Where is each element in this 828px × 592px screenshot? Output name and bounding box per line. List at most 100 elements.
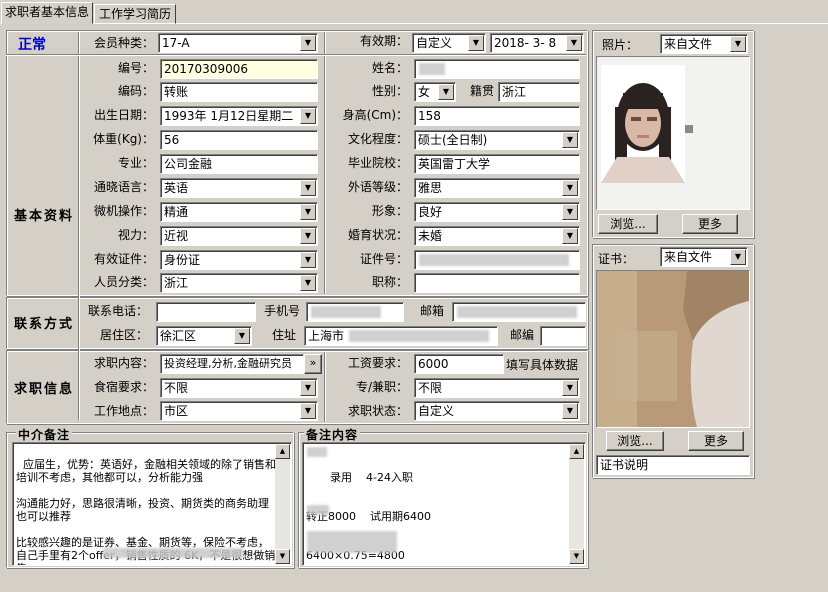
photo-browse-button[interactable]: 浏览... [598,214,658,234]
chevron-down-icon[interactable]: ▼ [562,380,578,396]
weight-field[interactable]: 56 [160,130,318,150]
state-select[interactable]: 自定义 ▼ [414,401,580,421]
lang-select[interactable]: 英语 ▼ [160,178,318,198]
loc-label: 工作地点： [93,404,154,418]
scroll-up-icon[interactable]: ▲ [275,444,290,459]
chevron-down-icon[interactable]: ▼ [300,275,316,291]
chevron-down-icon[interactable]: ▼ [300,35,316,51]
gender-select[interactable]: 女 ▼ [414,82,456,102]
chevron-down-icon[interactable]: ▼ [562,180,578,196]
vision-select[interactable]: 近视 ▼ [160,226,318,246]
redacted-mobile [311,306,381,318]
gender-value: 女 [418,85,431,99]
ptft-select[interactable]: 不限 ▼ [414,378,580,398]
photo-more-button[interactable]: 更多 [682,214,738,234]
pc-select[interactable]: 精通 ▼ [160,202,318,222]
job-content-field[interactable]: 投资经理,分析,金融研究员 [160,354,304,374]
zip-field[interactable] [540,326,586,346]
tab-resume-label: 工作学习简历 [98,7,171,21]
lang-level-select[interactable]: 雅思 ▼ [414,178,580,198]
tab-basic-info[interactable]: 求职者基本信息 [1,2,93,24]
chevron-down-icon[interactable]: ▼ [730,249,746,265]
agent-notes-title: 中介备注 [16,426,73,443]
agent-notes-scrollbar[interactable]: ▲ ▼ [275,444,290,564]
cert-no-field[interactable] [414,250,580,270]
chevron-down-icon[interactable]: ▼ [566,35,582,51]
code-field[interactable]: 20170309006 [160,59,318,79]
state-label: 求职状态： [347,404,408,418]
chevron-down-icon[interactable]: ▼ [468,35,484,51]
scroll-down-icon[interactable]: ▼ [275,549,290,564]
edu-value: 硕士(全日制) [418,133,488,147]
remark-memo[interactable]: 录用 4-24入职 转正8000 试用期6400 6400×0.75=4800 … [302,442,586,566]
marital-label: 婚育状况： [347,228,408,242]
chevron-down-icon[interactable]: ▼ [300,228,316,244]
phone-label: 联系电话： [87,304,148,318]
photo-source-value: 来自文件 [664,37,713,51]
agent-notes-memo[interactable]: 应届生，优势：英语好，金融相关领域的除了销售和培训不考虑，其他都可以，分析能力强… [12,442,292,566]
redacted-remark-3 [307,531,397,553]
chevron-down-icon[interactable]: ▼ [562,204,578,220]
name-field[interactable] [414,59,580,79]
birth-value: 1993年 1月12日星期二 [164,109,294,123]
height-field[interactable]: 158 [414,106,580,126]
group-contact-title: 联系方式 [14,317,75,332]
photo-source-select[interactable]: 来自文件 ▼ [660,34,748,54]
marital-select[interactable]: 未婚 ▼ [414,226,580,246]
board-select[interactable]: 不限 ▼ [160,378,318,398]
chevron-down-icon[interactable]: ▼ [562,228,578,244]
cert-source-select[interactable]: 来自文件 ▼ [660,247,748,267]
school-field[interactable]: 英国雷丁大学 [414,154,580,174]
job-content-more-button[interactable]: » [304,354,322,374]
chevron-down-icon[interactable]: ▼ [300,380,316,396]
status-label: 正常 [18,37,46,53]
redacted-email [457,306,577,318]
district-select[interactable]: 徐汇区 ▼ [156,326,252,346]
birth-date-picker[interactable]: 1993年 1月12日星期二 ▼ [160,106,318,126]
cert-more-button[interactable]: 更多 [688,431,744,451]
chevron-down-icon[interactable]: ▼ [730,36,746,52]
address-label: 住址 [271,328,296,342]
major-field[interactable]: 公司金融 [160,154,318,174]
image-select[interactable]: 良好 ▼ [414,202,580,222]
tab-resume[interactable]: 工作学习简历 [94,4,176,24]
valid-date-picker[interactable]: 2018- 3- 8 ▼ [490,33,584,53]
title-field[interactable] [414,273,580,293]
cert-type-select[interactable]: 身份证 ▼ [160,250,318,270]
edu-label: 文化程度： [347,132,408,146]
chevron-down-icon[interactable]: ▼ [300,204,316,220]
scroll-up-icon[interactable]: ▲ [569,444,584,459]
redacted-address [349,330,489,342]
chevron-down-icon[interactable]: ▼ [300,180,316,196]
member-type-select[interactable]: 17-A ▼ [158,33,318,53]
edu-select[interactable]: 硕士(全日制) ▼ [414,130,580,150]
valid-type-select[interactable]: 自定义 ▼ [412,33,486,53]
scroll-down-icon[interactable]: ▼ [569,549,584,564]
chevron-down-icon[interactable]: ▼ [562,403,578,419]
chevron-down-icon[interactable]: ▼ [234,328,250,344]
pc-label: 微机操作： [93,204,154,218]
member-type-label: 会员种类： [93,36,154,50]
chevron-down-icon[interactable]: ▼ [300,403,316,419]
chevron-down-icon[interactable]: ▼ [562,132,578,148]
native-field[interactable]: 浙江 [498,82,580,102]
chevron-down-icon[interactable]: ▼ [300,108,316,124]
category-select[interactable]: 浙江 ▼ [160,273,318,293]
cert-type-label: 有效证件： [93,252,154,266]
phone-field[interactable] [156,302,256,322]
remark-scrollbar[interactable]: ▲ ▼ [569,444,584,564]
address-field[interactable]: 上海市 [304,326,498,346]
loc-select[interactable]: 市区 ▼ [160,401,318,421]
email-label: 邮箱 [419,304,444,318]
cert-browse-button[interactable]: 浏览... [606,431,664,451]
code2-field[interactable]: 转账 [160,82,318,102]
vision-label: 视力： [117,228,154,242]
email-field[interactable] [452,302,586,322]
salary-field[interactable]: 6000 [414,354,504,374]
height-label: 身高(Cm)： [342,108,408,122]
mobile-field[interactable] [306,302,404,322]
chevron-down-icon[interactable]: ▼ [300,252,316,268]
cert-desc-field[interactable]: 证书说明 [596,455,750,475]
chevron-down-icon[interactable]: ▼ [438,84,454,100]
cert-image [597,271,749,427]
